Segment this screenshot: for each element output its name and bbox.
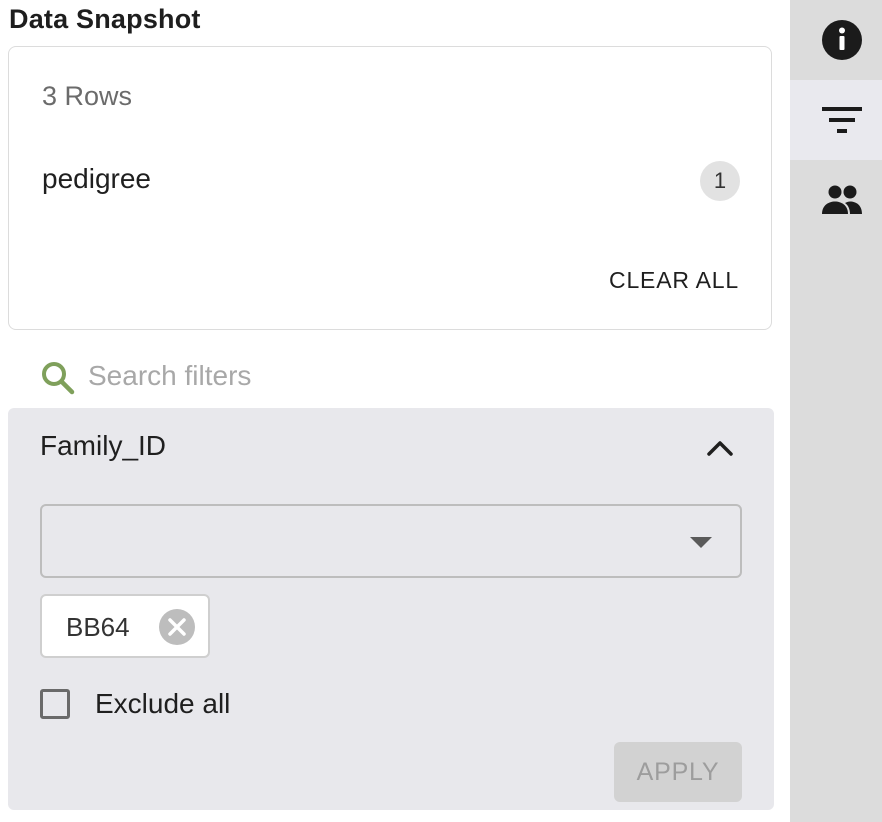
filter-panel-family-id: Family_ID BB64 Exclude all APPLY: [8, 408, 774, 810]
chevron-up-icon[interactable]: [704, 432, 736, 464]
search-input[interactable]: [88, 356, 688, 396]
selected-tag: BB64: [40, 594, 210, 658]
tab-info[interactable]: [790, 0, 882, 80]
filter-title: Family_ID: [40, 430, 167, 461]
filter-icon: [822, 107, 862, 133]
people-icon: [822, 185, 862, 214]
page-title: Data Snapshot: [9, 4, 201, 34]
exclude-all-row: Exclude all: [40, 688, 340, 722]
side-rail: [790, 0, 882, 822]
caret-down-icon: [690, 537, 712, 548]
family-id-select[interactable]: [40, 504, 742, 578]
clear-all-button[interactable]: CLEAR ALL: [609, 267, 739, 294]
tag-label: BB64: [66, 612, 130, 642]
search-bar: [40, 356, 740, 396]
rows-count: 3 Rows: [42, 81, 133, 111]
data-snapshot-card: 3 Rows pedigree 1 CLEAR ALL: [8, 46, 772, 330]
apply-button[interactable]: APPLY: [614, 742, 742, 802]
exclude-all-label: Exclude all: [95, 688, 231, 719]
remove-tag-icon[interactable]: [158, 608, 196, 646]
exclude-all-checkbox[interactable]: [40, 689, 70, 719]
active-filter-label: pedigree: [42, 163, 151, 194]
active-filter-item[interactable]: pedigree 1: [42, 161, 740, 203]
count-badge: 1: [700, 161, 740, 201]
info-icon: [822, 20, 862, 60]
search-icon: [42, 362, 75, 395]
tab-filters[interactable]: [790, 80, 882, 160]
tab-people[interactable]: [790, 160, 882, 240]
filter-sidebar: Data Snapshot 3 Rows pedigree 1 CLEAR AL…: [0, 0, 790, 822]
